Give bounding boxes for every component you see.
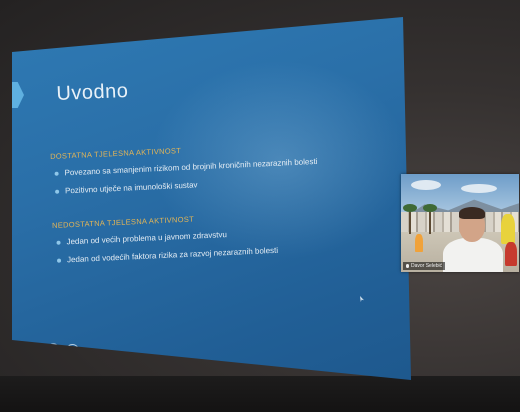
slide-title: Uvodno [56, 79, 129, 105]
bullet-text: Pozitivno utječe na imunološki sustav [64, 180, 198, 196]
bullet-dot-icon [55, 189, 60, 194]
video-pedestrian [415, 234, 423, 252]
title-accent-arrow [12, 82, 24, 108]
microphone-icon [406, 264, 409, 268]
bullet-text: Jedan od većih problema u javnom zdravst… [66, 230, 228, 247]
participant-body [443, 238, 503, 272]
video-palm-tree [403, 204, 417, 234]
video-pedestrian [501, 214, 515, 244]
bullet-text: Jedan od vodećih faktora rizika za razvo… [66, 245, 279, 265]
screen-bottom-bezel [0, 376, 520, 412]
bullet-dot-icon [56, 240, 61, 245]
participant-name: Davor Selebić [411, 263, 443, 269]
bullet-text: Povezano sa smanjenim rizikom od brojnih… [64, 156, 318, 178]
bullet-dot-icon [54, 171, 59, 176]
video-cloud [461, 184, 497, 193]
video-pedestrian [505, 242, 517, 266]
mouse-cursor-icon [360, 296, 364, 302]
slide-content: DOSTATNA TJELESNA AKTIVNOST Povezano sa … [50, 137, 383, 274]
video-cloud [411, 180, 441, 190]
video-palm-tree [423, 204, 437, 234]
participant-hair [459, 207, 485, 219]
bullet-dot-icon [56, 258, 62, 263]
participant-name-label: Davor Selebić [403, 262, 446, 270]
participant-video-tile[interactable]: Davor Selebić [401, 174, 519, 272]
